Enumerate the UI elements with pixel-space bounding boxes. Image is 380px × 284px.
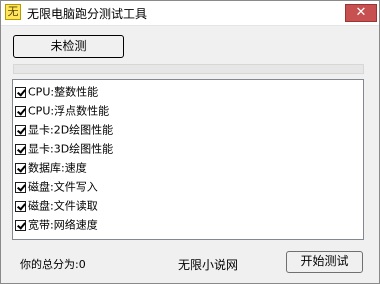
total-score-label: 你的总分为:0 [20,258,86,271]
checkbox[interactable] [15,144,26,155]
window-title: 无限电脑跑分测试工具 [27,7,148,21]
test-item-label: CPU:浮点数性能 [28,104,110,118]
progress-bar [13,64,364,74]
checkbox[interactable] [15,201,26,212]
checkbox[interactable] [15,220,26,231]
test-item-label: 宽带:网络速度 [28,218,98,232]
test-item-label: 磁盘:文件读取 [28,199,98,213]
test-item-label: 显卡:3D绘图性能 [28,142,114,156]
app-window: 无 无限电脑跑分测试工具 ✕ 未检测 CPU:整数性能 CPU:浮点数性能 显卡… [0,0,380,284]
test-item-label: 显卡:2D绘图性能 [28,123,114,137]
status-button[interactable]: 未检测 [13,35,124,58]
test-item-cpu-float[interactable]: CPU:浮点数性能 [15,102,109,120]
test-item-gpu-2d[interactable]: 显卡:2D绘图性能 [15,121,113,139]
test-item-network[interactable]: 宽带:网络速度 [15,216,98,234]
test-item-label: 数据库:速度 [28,161,87,175]
test-item-gpu-3d[interactable]: 显卡:3D绘图性能 [15,140,113,158]
test-item-label: CPU:整数性能 [28,85,99,99]
checkbox[interactable] [15,106,26,117]
checkbox[interactable] [15,163,26,174]
close-button[interactable]: ✕ [345,4,377,22]
checkbox[interactable] [15,125,26,136]
test-item-cpu-integer[interactable]: CPU:整数性能 [15,83,98,101]
test-item-label: 磁盘:文件写入 [28,180,98,194]
watermark-text: 无限小说网 [178,258,239,272]
start-test-button[interactable]: 开始测试 [286,251,363,273]
test-item-disk-read[interactable]: 磁盘:文件读取 [15,197,98,215]
test-item-database[interactable]: 数据库:速度 [15,159,87,177]
title-bar: 无 无限电脑跑分测试工具 ✕ [1,1,379,26]
app-icon: 无 [5,4,21,20]
test-checklist: CPU:整数性能 CPU:浮点数性能 显卡:2D绘图性能 显卡:3D绘图性能 数… [12,79,364,240]
checkbox[interactable] [15,87,26,98]
checkbox[interactable] [15,182,26,193]
test-item-disk-write[interactable]: 磁盘:文件写入 [15,178,98,196]
